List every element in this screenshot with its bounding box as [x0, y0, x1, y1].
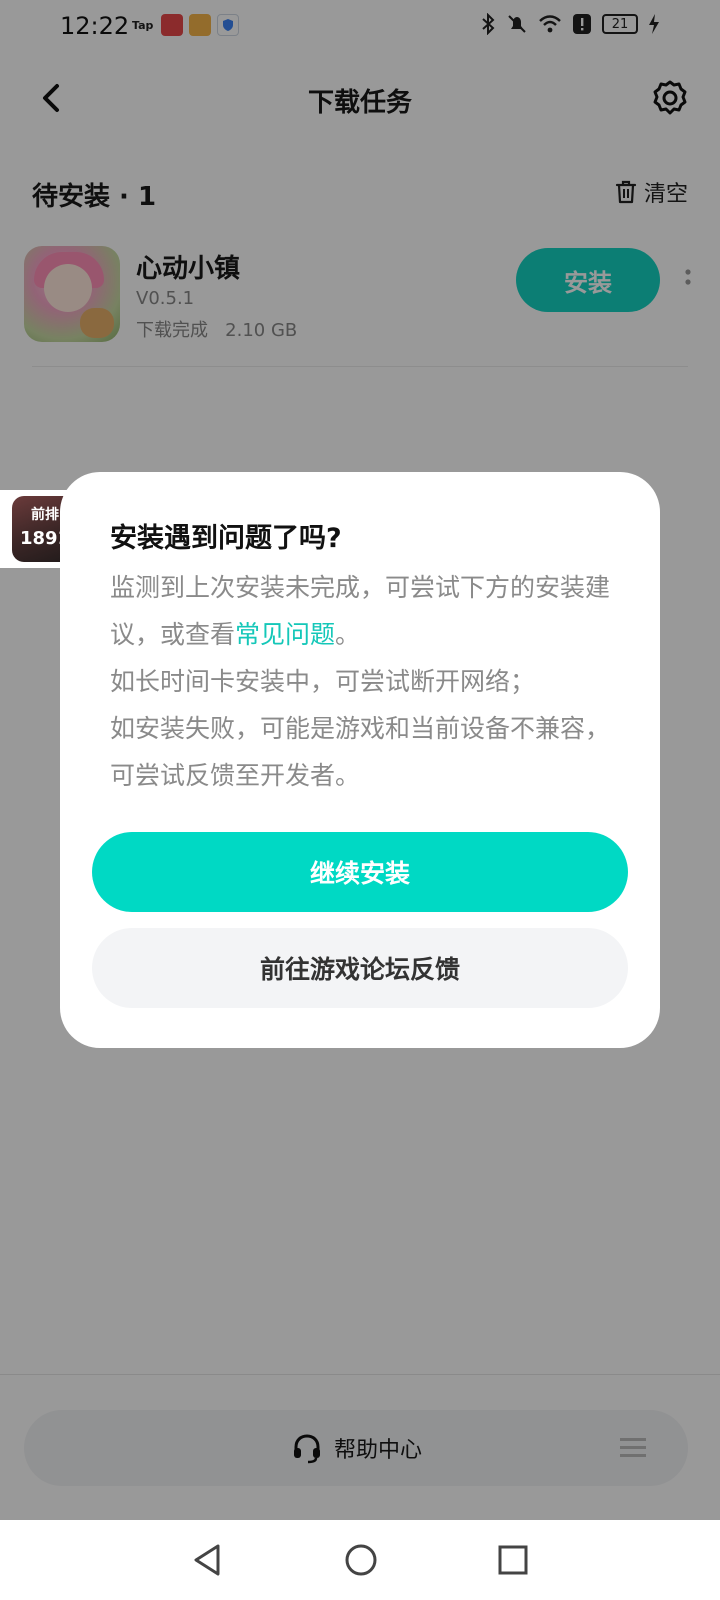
continue-install-button[interactable]: 继续安装	[92, 832, 628, 912]
dialog-text-4: 如安装失败，可能是游戏和当前设备不兼容，可尝试反馈至开发者。	[110, 714, 611, 790]
dialog-text-2: 。	[335, 620, 361, 649]
nav-home-icon[interactable]	[344, 1542, 378, 1578]
dialog-title: 安装遇到问题了吗?	[110, 523, 342, 554]
nav-recents-icon[interactable]	[496, 1542, 530, 1578]
dialog-text-3: 如长时间卡安装中，可尝试断开网络；	[110, 667, 536, 696]
system-nav-bar	[0, 1520, 720, 1600]
dialog-message: 监测到上次安装未完成，可尝试下方的安装建议，或查看常见问题。 如长时间卡安装中，…	[110, 564, 620, 799]
faq-link[interactable]: 常见问题	[235, 620, 335, 649]
nav-back-icon[interactable]	[190, 1542, 224, 1578]
install-problem-dialog: 安装遇到问题了吗? 监测到上次安装未完成，可尝试下方的安装建议，或查看常见问题。…	[60, 472, 660, 1048]
forum-feedback-button[interactable]: 前往游戏论坛反馈	[92, 928, 628, 1008]
